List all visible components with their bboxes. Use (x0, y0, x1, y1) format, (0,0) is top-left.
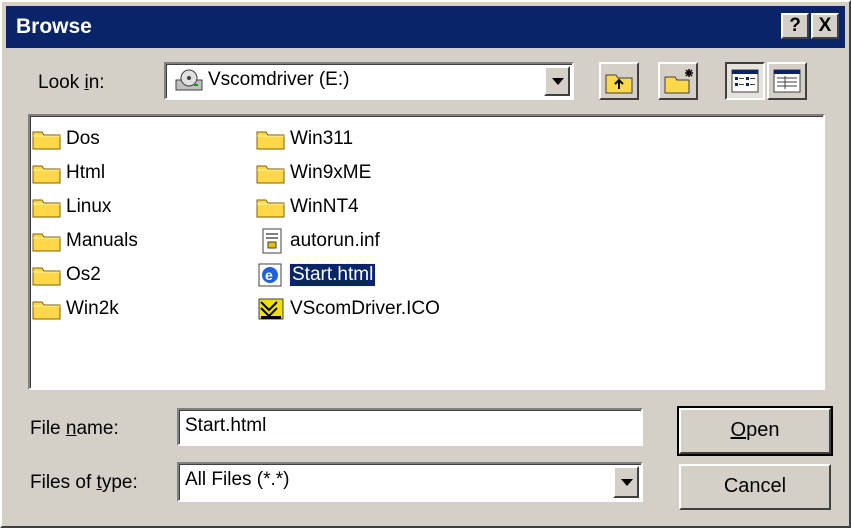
browse-dialog: Browse ? X Look in: Vscomdriver (E:) Dos… (0, 0, 851, 528)
file-list-item[interactable]: autorun.inf (256, 228, 380, 254)
help-button[interactable]: ? (781, 13, 809, 39)
file-list-item[interactable]: Win9xME (256, 160, 371, 186)
file-list-item[interactable]: e Start.html (256, 262, 377, 288)
look-in-value: Vscomdriver (E:) (208, 69, 350, 90)
create-new-folder-button[interactable] (658, 62, 698, 100)
file-list-item-label: WinNT4 (290, 196, 359, 217)
up-one-level-icon (605, 74, 633, 94)
files-of-type-label: Files of type: (30, 472, 138, 493)
file-list-item-label: Manuals (66, 230, 138, 251)
look-in-label: Look in: (38, 72, 105, 93)
list-view-button[interactable] (725, 62, 765, 100)
folder-icon (32, 199, 61, 218)
file-name-value: Start.html (185, 415, 267, 436)
list-view-icon (731, 69, 759, 93)
ico-file-icon (258, 298, 284, 320)
file-list-item-label: Start.html (288, 263, 377, 287)
files-of-type-value: All Files (*.*) (185, 469, 290, 490)
title-bar[interactable]: Browse ? X (6, 6, 845, 48)
file-list-item-label: Dos (66, 128, 100, 149)
folder-icon (256, 165, 285, 184)
folder-icon (32, 267, 61, 286)
file-name-label: File name: (30, 418, 119, 439)
files-of-type-dropdown[interactable]: All Files (*.*) (177, 462, 643, 502)
file-list-item-label: Win2k (66, 298, 119, 319)
svg-text:e: e (265, 267, 273, 283)
file-list-item[interactable]: Win2k (32, 296, 119, 322)
file-list-item-label: VScomDriver.ICO (290, 298, 440, 319)
file-name-input[interactable]: Start.html (177, 408, 643, 446)
drive-icon (175, 69, 203, 91)
file-list-item-label: autorun.inf (290, 230, 380, 251)
close-button[interactable]: X (811, 13, 839, 39)
file-list-item[interactable]: Os2 (32, 262, 101, 288)
html-file-icon: e (258, 263, 282, 287)
file-list-item[interactable]: Dos (32, 126, 100, 152)
file-list-item[interactable]: VScomDriver.ICO (256, 296, 440, 322)
file-list-item-label: Linux (66, 196, 112, 217)
cancel-button[interactable]: Cancel (679, 464, 831, 510)
file-list-item[interactable]: Win311 (256, 126, 353, 152)
look-in-dropdown-arrow[interactable] (544, 66, 570, 96)
look-in-dropdown[interactable]: Vscomdriver (E:) (164, 62, 574, 100)
folder-icon (256, 199, 285, 218)
file-list-item-label: Html (66, 162, 106, 183)
folder-icon (256, 131, 285, 150)
details-view-button[interactable] (767, 62, 807, 100)
files-of-type-dropdown-arrow[interactable] (613, 466, 639, 498)
up-one-level-button[interactable] (599, 62, 639, 100)
file-list[interactable]: Dos Html Linux Manuals Os2 Win2k Win311 Win9xM… (28, 114, 825, 390)
open-button[interactable]: Open (677, 406, 833, 456)
file-list-item[interactable]: WinNT4 (256, 194, 359, 220)
folder-icon (32, 233, 61, 252)
details-view-icon (773, 69, 801, 93)
file-list-item-label: Win9xME (290, 162, 372, 183)
file-list-item[interactable]: Linux (32, 194, 111, 220)
folder-icon (32, 131, 61, 150)
file-list-item[interactable]: Manuals (32, 228, 138, 254)
window-title: Browse (16, 15, 92, 38)
inf-file-icon (262, 228, 282, 254)
create-new-folder-icon (664, 69, 693, 94)
folder-icon (32, 165, 61, 184)
file-list-item-label: Win311 (290, 128, 354, 149)
file-list-item-label: Os2 (66, 264, 101, 285)
file-list-item[interactable]: Html (32, 160, 105, 186)
folder-icon (32, 301, 61, 320)
